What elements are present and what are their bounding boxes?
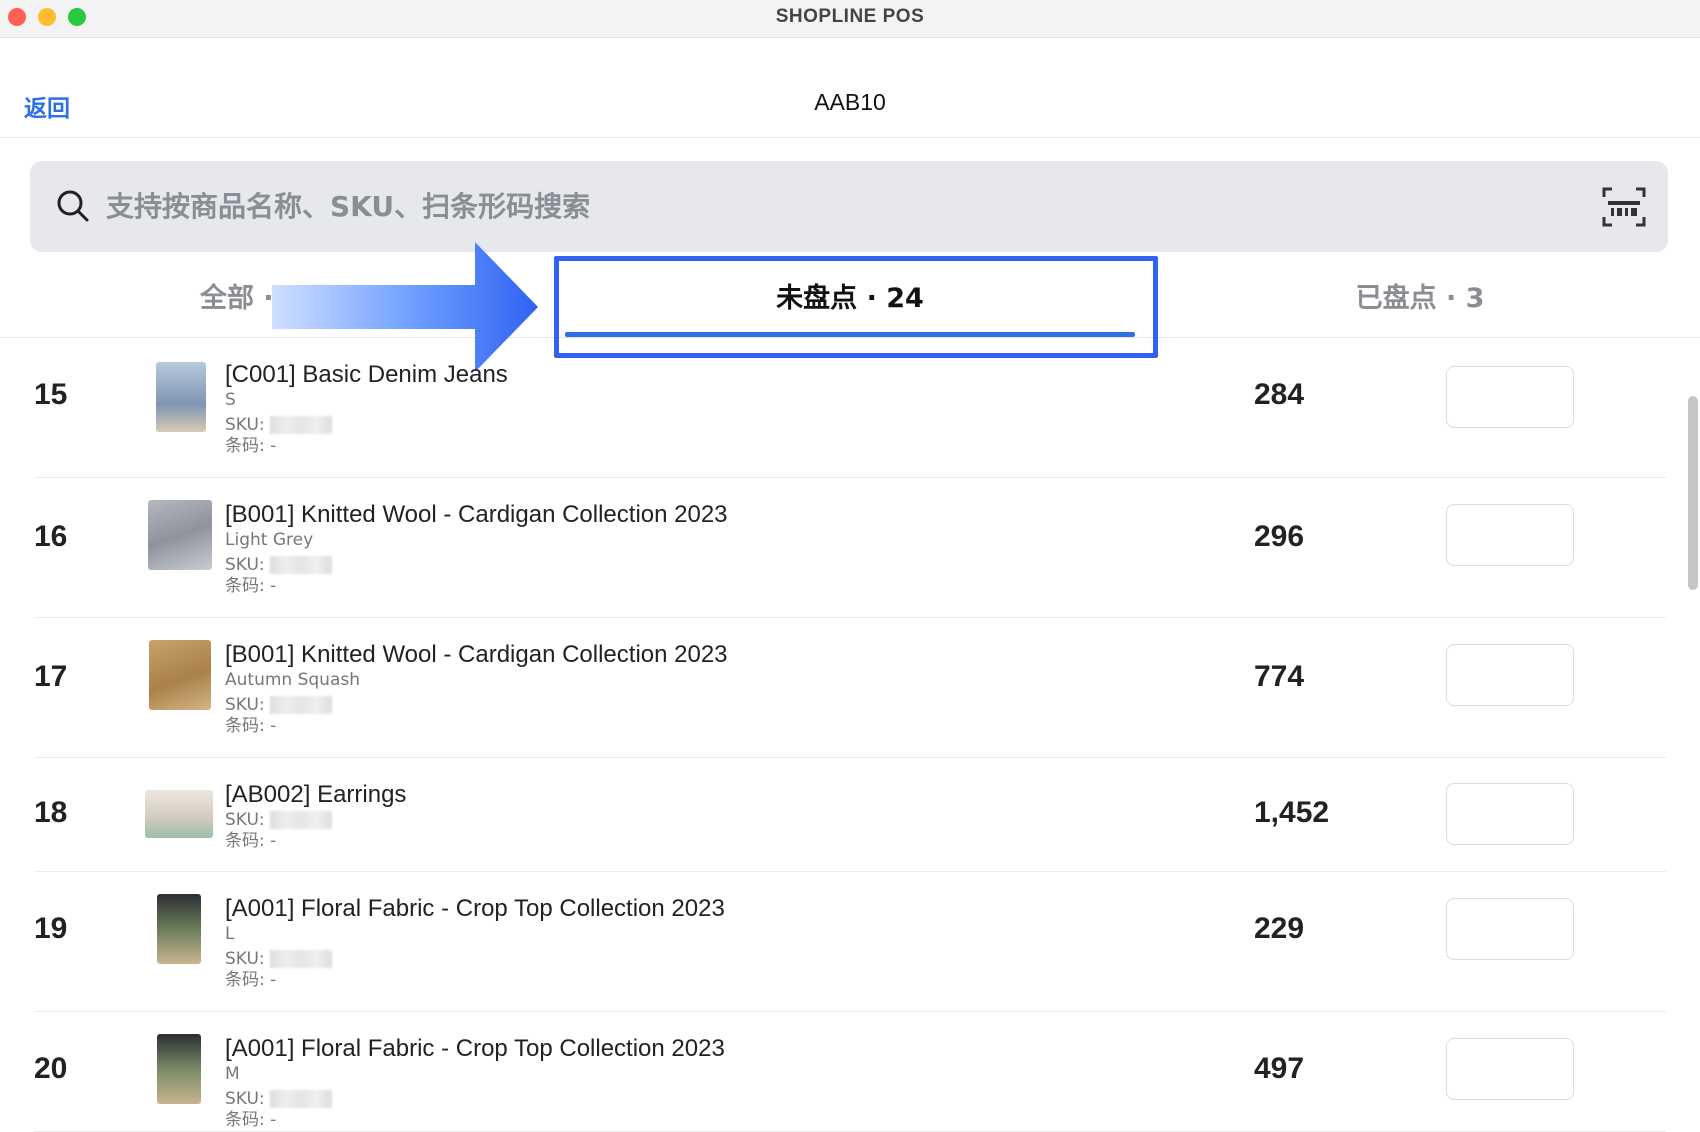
product-barcode: 条码: - (225, 970, 277, 990)
product-name: [C001] Basic Denim Jeans (225, 361, 508, 388)
search-input[interactable] (106, 161, 1506, 252)
product-variant: Light Grey (225, 530, 314, 550)
system-quantity: 284 (1254, 378, 1305, 411)
product-barcode: 条码: - (225, 1110, 277, 1130)
row-number: 18 (34, 796, 68, 829)
table-row[interactable]: 16 [B001] Knitted Wool - Cardigan Collec… (34, 478, 1666, 618)
product-name: [AB002] Earrings (225, 781, 407, 808)
product-thumbnail (156, 362, 206, 432)
count-input[interactable] (1446, 783, 1574, 845)
table-row[interactable]: 19 [A001] Floral Fabric - Crop Top Colle… (34, 872, 1666, 1012)
product-info: [C001] Basic Denim Jeans S SKU: 条码: - (225, 360, 508, 457)
product-variant: L (225, 924, 235, 944)
product-variant: M (225, 1064, 240, 1084)
inventory-list: 15 [C001] Basic Denim Jeans S SKU: 条码: -… (0, 338, 1700, 1132)
system-quantity: 774 (1254, 660, 1305, 693)
product-thumbnail (149, 640, 211, 710)
product-barcode: 条码: - (225, 576, 277, 596)
sku-label: SKU: (225, 810, 265, 830)
scrollbar[interactable] (1688, 396, 1698, 590)
sku-redacted (270, 696, 333, 714)
product-sku: SKU: (225, 810, 406, 831)
product-info: [A001] Floral Fabric - Crop Top Collecti… (225, 894, 725, 991)
page-title: AAB10 (814, 89, 886, 115)
row-number: 20 (34, 1052, 68, 1085)
product-sku: SKU: (225, 1089, 725, 1110)
product-info: [AB002] Earrings SKU: 条码: - (225, 780, 406, 852)
count-input[interactable] (1446, 504, 1574, 566)
table-row[interactable]: 18 [AB002] Earrings SKU: 条码: - 1,452 (34, 758, 1666, 872)
sku-label: SKU: (225, 1089, 265, 1109)
product-barcode: 条码: - (225, 716, 277, 736)
row-number: 17 (34, 660, 68, 693)
product-thumbnail (157, 1034, 201, 1104)
sku-label: SKU: (225, 555, 265, 575)
table-row[interactable]: 20 [A001] Floral Fabric - Crop Top Colle… (34, 1012, 1666, 1132)
product-info: [A001] Floral Fabric - Crop Top Collecti… (225, 1034, 725, 1131)
sku-redacted (270, 556, 333, 574)
sku-label: SKU: (225, 695, 265, 715)
product-sku: SKU: (225, 555, 728, 576)
product-info: [B001] Knitted Wool - Cardigan Collectio… (225, 640, 728, 737)
product-name: [A001] Floral Fabric - Crop Top Collecti… (225, 895, 725, 922)
product-variant: S (225, 390, 236, 410)
product-thumbnail (157, 894, 201, 964)
system-quantity: 229 (1254, 912, 1305, 945)
product-variant: Autumn Squash (225, 670, 360, 690)
system-quantity: 296 (1254, 520, 1305, 553)
product-sku: SKU: (225, 415, 508, 436)
product-info: [B001] Knitted Wool - Cardigan Collectio… (225, 500, 728, 597)
system-quantity: 497 (1254, 1052, 1305, 1085)
search-icon (57, 190, 89, 222)
count-input[interactable] (1446, 1038, 1574, 1100)
sku-redacted (270, 811, 333, 829)
barcode-scan-icon[interactable] (1602, 187, 1646, 227)
sku-redacted (270, 950, 333, 968)
row-number: 16 (34, 520, 68, 553)
product-name: [A001] Floral Fabric - Crop Top Collecti… (225, 1035, 725, 1062)
table-row[interactable]: 17 [B001] Knitted Wool - Cardigan Collec… (34, 618, 1666, 758)
app-title: SHOPLINE POS (775, 6, 925, 27)
product-sku: SKU: (225, 695, 728, 716)
product-thumbnail (148, 500, 212, 570)
table-row[interactable]: 15 [C001] Basic Denim Jeans S SKU: 条码: -… (34, 338, 1666, 478)
product-barcode: 条码: - (225, 831, 277, 851)
sku-redacted (270, 416, 333, 434)
count-input[interactable] (1446, 898, 1574, 960)
sku-redacted (270, 1090, 333, 1108)
sku-label: SKU: (225, 415, 265, 435)
product-name: [B001] Knitted Wool - Cardigan Collectio… (225, 641, 728, 668)
count-input[interactable] (1446, 644, 1574, 706)
window-titlebar: SHOPLINE POS (0, 0, 1700, 38)
search-bar (30, 161, 1668, 252)
sku-label: SKU: (225, 949, 265, 969)
product-thumbnail (145, 790, 213, 838)
row-number: 19 (34, 912, 68, 945)
product-sku: SKU: (225, 949, 725, 970)
product-barcode: 条码: - (225, 436, 277, 456)
row-number: 15 (34, 378, 68, 411)
product-name: [B001] Knitted Wool - Cardigan Collectio… (225, 501, 728, 528)
page-header: 返回 AAB10 (0, 38, 1700, 138)
count-input[interactable] (1446, 366, 1574, 428)
tab-counted[interactable]: 已盘点 · 3 (1280, 252, 1560, 338)
system-quantity: 1,452 (1254, 796, 1330, 829)
